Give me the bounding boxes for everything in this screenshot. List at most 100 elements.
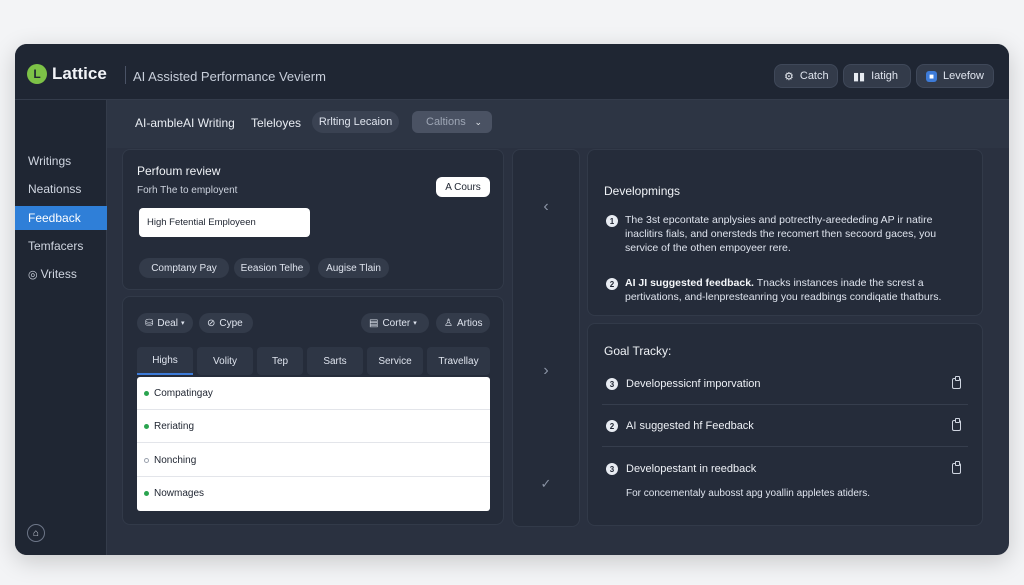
- tab-service[interactable]: Service: [367, 347, 423, 375]
- actions-filter[interactable]: ♙ Artios: [436, 313, 490, 333]
- chart-icon: ▮▮: [853, 70, 866, 83]
- logo-text: Lattice: [52, 64, 107, 83]
- step-number-icon: 3: [606, 378, 618, 390]
- review-title: Perfoum review: [137, 164, 221, 178]
- company-pay-chip[interactable]: Comptany Pay: [139, 258, 229, 278]
- sidebar: Writings Neationss Feedback Temfacers ◎ …: [15, 100, 107, 555]
- dropdown-icon: ▾: [180, 320, 185, 327]
- filter-label: Artios: [456, 317, 483, 329]
- insights-button-label: Iatigh: [871, 70, 899, 82]
- filter-label: Corter: [382, 317, 411, 329]
- step-number-icon: 3: [606, 463, 618, 475]
- catch-button-label: Catch: [799, 70, 829, 82]
- type-filter[interactable]: ⊘ Cype: [199, 313, 253, 333]
- clipboard-icon[interactable]: [952, 376, 961, 389]
- tab-volity[interactable]: Volity: [197, 347, 253, 375]
- results-table-card: ⛁ Deal ▾ ⊘ Cype ▤ Corter ▾ ♙ Artios High…: [122, 296, 504, 525]
- augise-chip[interactable]: Augise Tlain: [318, 258, 389, 278]
- logo[interactable]: L Lattice: [27, 64, 107, 84]
- database-icon: ⛁: [145, 317, 154, 329]
- sidebar-item-temfacers[interactable]: Temfacers: [15, 234, 107, 258]
- session-chip[interactable]: Eeasion Telhe: [234, 258, 310, 278]
- goal-item[interactable]: 3 Developestant in reedback: [602, 450, 968, 490]
- navigation-column: ‹ › ✓: [512, 149, 580, 527]
- catch-button[interactable]: ⚙ Catch: [774, 64, 838, 88]
- toolbar-tab-employees[interactable]: Teleloyes: [251, 116, 301, 130]
- tab-travellay[interactable]: Travellay: [427, 347, 490, 375]
- courses-button[interactable]: A Cours: [436, 177, 490, 197]
- table-row[interactable]: Nonching: [137, 444, 490, 477]
- sort-filter[interactable]: ▤ Corter ▾: [361, 313, 429, 333]
- status-dot: [144, 390, 149, 396]
- sidebar-item-label: Temfacers: [28, 239, 84, 253]
- home-icon[interactable]: ⌂: [27, 524, 45, 542]
- toolbar-title: AI-ambleAI Writing: [135, 116, 235, 130]
- table-rows: Compatingay Reriating Nonching Nowmages: [137, 377, 490, 511]
- sidebar-item-writings[interactable]: Writings: [15, 149, 107, 173]
- levefow-button-label: Levefow: [943, 70, 984, 82]
- captions-select-value: Caltions: [426, 116, 466, 128]
- developments-title: Developmings: [604, 184, 681, 198]
- goal-label: AI suggested hf Feedback: [626, 420, 754, 432]
- perform-review-card: Perfoum review Forh The to employent A C…: [122, 149, 504, 290]
- gear-icon: ⚙: [784, 70, 794, 83]
- check-icon[interactable]: ✓: [513, 476, 579, 492]
- app-title: AI Assisted Performance Vevierm: [133, 69, 326, 84]
- row-label: Reriating: [154, 420, 195, 432]
- sidebar-item-vritess[interactable]: ◎ Vritess: [15, 262, 107, 286]
- table-row[interactable]: Nowmages: [137, 477, 490, 510]
- table-row[interactable]: Reriating: [137, 410, 490, 443]
- status-dot: [144, 457, 149, 463]
- user-icon: ♙: [444, 317, 453, 329]
- goal-item[interactable]: 2 AI suggested hf Feedback: [602, 407, 968, 447]
- captions-select[interactable]: Caltions ⌄: [412, 111, 492, 133]
- link-icon: ⊘: [207, 317, 216, 329]
- goal-title: Goal Tracky:: [604, 344, 672, 358]
- review-subtitle: Forh The to employent: [137, 185, 238, 196]
- sidebar-item-label: Vritess: [40, 267, 77, 281]
- dropdown-icon: ▾: [413, 320, 417, 327]
- app-window: L Lattice AI Assisted Performance Vevier…: [15, 44, 1009, 555]
- development-item: AI JI suggested feedback. Tnacks instanc…: [625, 276, 965, 304]
- list-icon: ▤: [369, 317, 379, 329]
- deal-filter[interactable]: ⛁ Deal ▾: [137, 313, 193, 333]
- location-filter-pill[interactable]: Rrlting Lecaion: [312, 111, 399, 133]
- row-label: Nowmages: [154, 488, 205, 499]
- step-number-icon: 2: [606, 278, 618, 290]
- sidebar-item-label: Feedback: [28, 211, 81, 225]
- sidebar-item-label: Writings: [28, 154, 72, 168]
- target-icon: ◎: [28, 268, 38, 281]
- table-tabs: Highs Volity Tep Sarts Service Travellay: [137, 347, 490, 375]
- clipboard-icon[interactable]: [952, 418, 961, 431]
- app-icon: ■: [926, 70, 937, 82]
- status-dot: [144, 491, 149, 496]
- header-divider: [125, 66, 126, 84]
- tab-tep[interactable]: Tep: [257, 347, 303, 375]
- chevron-right-icon[interactable]: ›: [513, 362, 579, 380]
- clipboard-icon[interactable]: [952, 461, 961, 474]
- status-dot: [144, 423, 149, 429]
- chevron-down-icon: ⌄: [474, 116, 482, 127]
- levefow-button[interactable]: ■ Levefow: [916, 64, 994, 88]
- tab-sarts[interactable]: Sarts: [307, 347, 363, 375]
- filter-label: Deal: [157, 317, 178, 329]
- development-item: The 3st epcontate anplysies and potrecth…: [625, 213, 965, 255]
- developments-card: Developmings 1 The 3st epcontate anplysi…: [587, 149, 983, 316]
- tab-highs[interactable]: Highs: [137, 347, 193, 375]
- filter-label: Cype: [219, 317, 243, 329]
- chevron-left-icon[interactable]: ‹: [513, 198, 579, 216]
- goal-tracking-card: Goal Tracky: 3 Developessicnf imporvatio…: [587, 323, 983, 526]
- employee-input[interactable]: High Fetential Employeen: [139, 208, 310, 237]
- step-number-icon: 2: [606, 420, 618, 432]
- sidebar-item-neationss[interactable]: Neationss: [15, 177, 107, 201]
- sidebar-item-label: Neationss: [28, 182, 82, 196]
- insights-button[interactable]: ▮▮ Iatigh: [843, 64, 911, 88]
- row-label: Compatingay: [154, 387, 213, 399]
- row-label: Nonching: [154, 454, 197, 466]
- table-row[interactable]: Compatingay: [137, 377, 490, 410]
- lattice-logo-icon: L: [27, 64, 47, 84]
- sidebar-item-feedback[interactable]: Feedback: [15, 206, 107, 230]
- goal-item[interactable]: 3 Developessicnf imporvation: [602, 365, 968, 405]
- toolbar: AI-ambleAI Writing Teleloyes Rrlting Lec…: [107, 100, 1009, 148]
- goal-footer-text: For concementaly aubosst apg yoallin app…: [626, 488, 871, 499]
